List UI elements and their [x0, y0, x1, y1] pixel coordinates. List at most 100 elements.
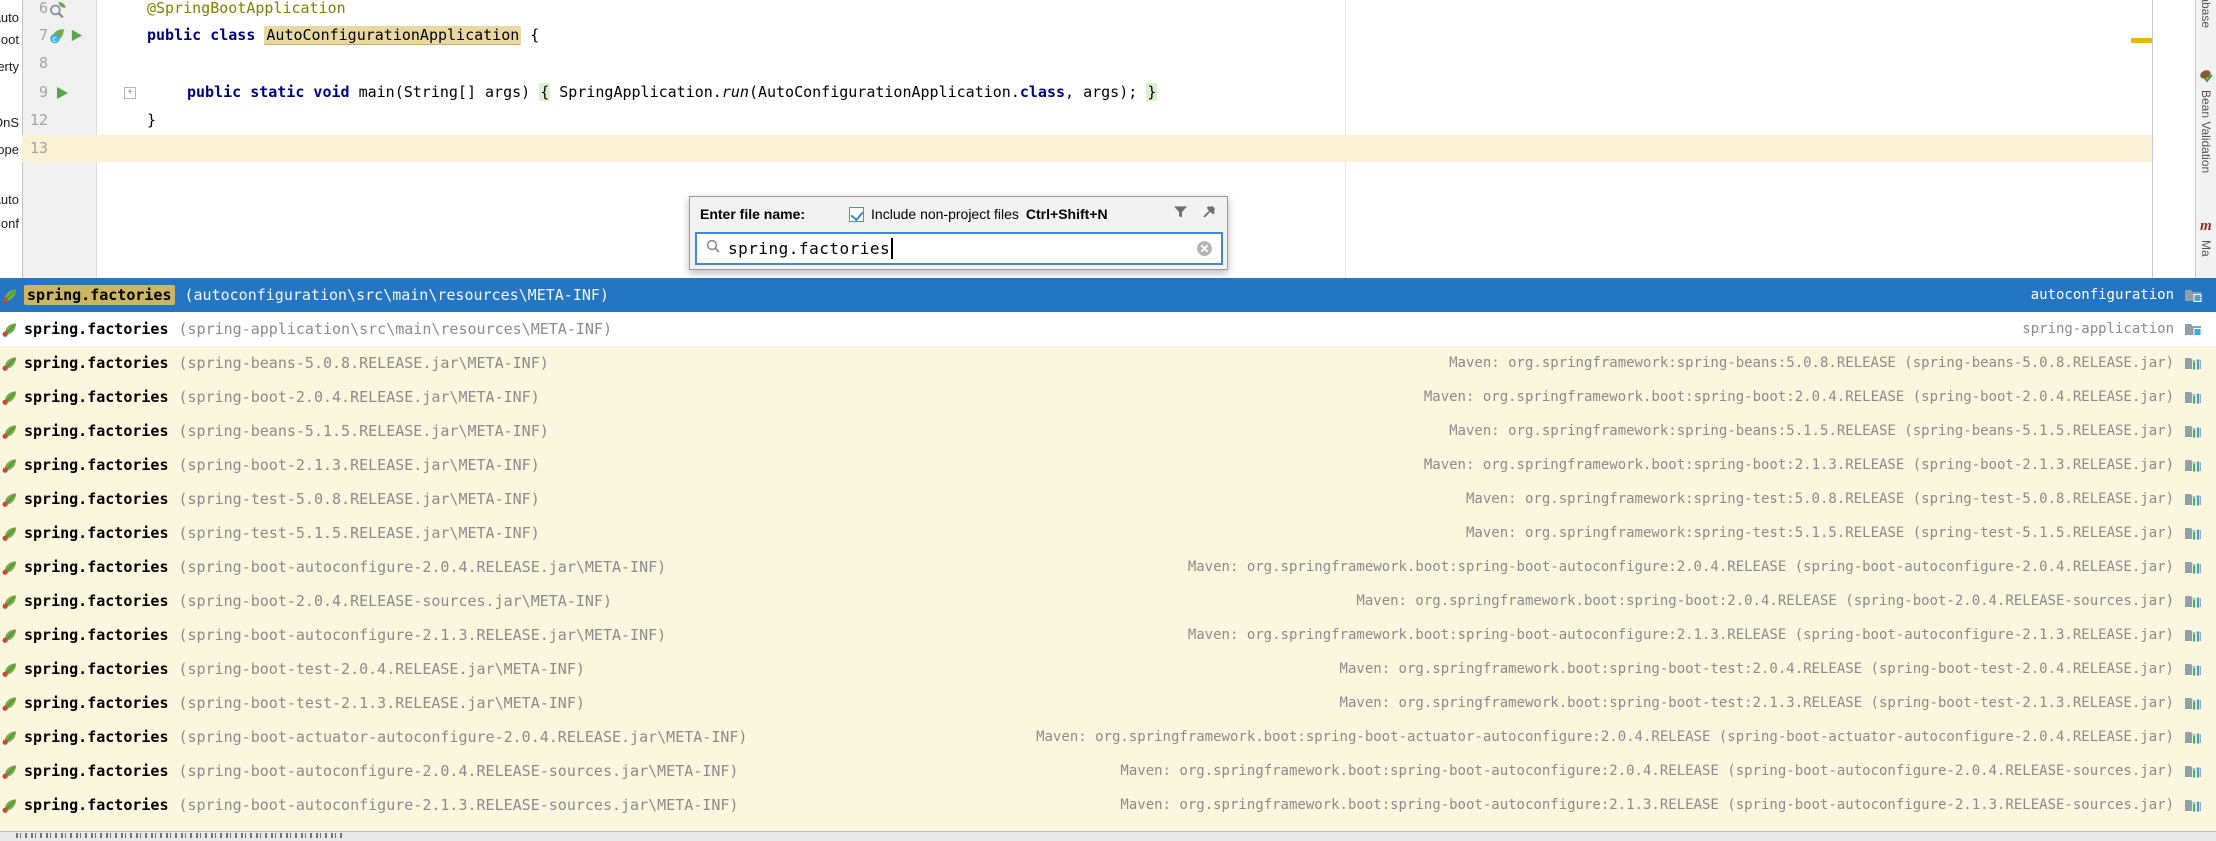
- clear-search-icon[interactable]: [1196, 240, 1213, 257]
- include-non-project-files-checkbox[interactable]: [849, 207, 864, 222]
- spring-class-gutter-icon[interactable]: c: [48, 26, 67, 45]
- result-path: (spring-boot-autoconfigure-2.1.3.RELEASE…: [179, 626, 667, 644]
- result-filename: spring.factories: [24, 592, 169, 610]
- result-row[interactable]: spring.factories(autoconfiguration\src\m…: [0, 278, 2216, 312]
- code-token: public class: [147, 26, 264, 44]
- result-row[interactable]: spring.factories(spring-test-5.1.5.RELEA…: [0, 516, 2216, 550]
- result-filename: spring.factories: [24, 354, 169, 372]
- result-row[interactable]: spring.factories(spring-boot-2.1.3.RELEA…: [0, 448, 2216, 482]
- result-row[interactable]: spring.factories(spring-application\src\…: [0, 312, 2216, 346]
- result-row[interactable]: spring.factories (spring-boot-autoconfigu…: [0, 618, 2216, 652]
- project-tree-item-fragment: Auto: [0, 10, 19, 25]
- library-icon: [2184, 525, 2202, 541]
- result-row[interactable]: spring.factories (spring-beans-5.0.8.RELE…: [0, 346, 2216, 380]
- code-token: @SpringBootApplication: [147, 0, 346, 17]
- library-icon: [2184, 661, 2202, 677]
- spring-file-icon: [2, 287, 20, 303]
- result-location: Maven: org.springframework.boot:spring-b…: [1120, 797, 2174, 813]
- result-path: (spring-boot-autoconfigure-2.0.4.RELEASE…: [179, 762, 739, 780]
- code-token: main(String[] args): [359, 83, 540, 101]
- editor-edge-line: [2152, 0, 2153, 278]
- filter-icon[interactable]: [1173, 205, 1188, 224]
- warning-stripe-mark[interactable]: [2131, 38, 2152, 43]
- result-filename: spring.factories: [24, 762, 169, 780]
- project-tree-item-fragment: Boot: [0, 32, 19, 47]
- result-location: Maven: org.springframework.boot:spring-b…: [1424, 389, 2174, 405]
- run-main-icon[interactable]: [55, 86, 69, 100]
- line-number: 12: [22, 107, 48, 134]
- result-filename: spring.factories: [24, 694, 169, 712]
- result-path: (spring-boot-test-2.0.4.RELEASE.jar\META…: [179, 660, 585, 678]
- result-filename: spring.factories: [24, 626, 169, 644]
- results-list: spring.factories(autoconfiguration\src\m…: [0, 278, 2216, 831]
- result-location: Maven: org.springframework:spring-beans:…: [1449, 355, 2174, 371]
- library-icon: [2184, 695, 2202, 711]
- line-number: 7: [22, 22, 48, 49]
- result-row[interactable]: spring.factories(spring-boot-test-autoco…: [0, 822, 2216, 831]
- code-token: (AutoConfigurationApplication.: [749, 83, 1020, 101]
- spring-file-icon: [2, 729, 20, 745]
- result-row[interactable]: spring.factories (spring-boot-autoconfigu…: [0, 788, 2216, 822]
- tool-button-database[interactable]: tabase: [2199, 0, 2213, 28]
- result-path: (spring-test-5.0.8.RELEASE.jar\META-INF): [179, 490, 540, 508]
- library-icon: [2184, 763, 2202, 779]
- code-token: }: [1146, 83, 1157, 101]
- spring-file-icon: [2, 593, 20, 609]
- tool-button-maven[interactable]: Ma: [2199, 240, 2213, 257]
- line-number: 6: [22, 0, 48, 22]
- result-filename: spring.factories: [24, 490, 169, 508]
- project-tree-item-fragment: perty: [0, 59, 19, 74]
- library-icon: [2184, 627, 2202, 643]
- result-location: Maven: org.springframework.boot:spring-b…: [1424, 457, 2174, 473]
- result-row[interactable]: spring.factories(spring-boot-test-2.0.4.…: [0, 652, 2216, 686]
- result-row[interactable]: spring.factories(spring-boot-2.0.4.RELEA…: [0, 584, 2216, 618]
- project-tree-item-fragment: OnS: [0, 115, 19, 130]
- result-location: Maven: org.springframework:spring-beans:…: [1449, 423, 2174, 439]
- result-row[interactable]: spring.factories (spring-test-5.0.8.RELEA…: [0, 482, 2216, 516]
- dialog-title: Enter file name:: [700, 206, 805, 222]
- result-path: (spring-boot-autoconfigure-2.0.4.RELEASE…: [179, 558, 667, 576]
- result-path: (spring-boot-autoconfigure-2.1.3.RELEASE…: [179, 796, 739, 814]
- result-location: Maven: org.springframework.boot:spring-b…: [1036, 729, 2174, 745]
- run-class-icon[interactable]: [70, 29, 83, 42]
- pin-icon[interactable]: [1201, 204, 1217, 225]
- module-icon: [2184, 321, 2202, 337]
- spring-file-icon: [2, 797, 20, 813]
- code-token: SpringApplication.: [550, 83, 722, 101]
- result-path: (spring-boot-test-2.1.3.RELEASE.jar\META…: [179, 694, 585, 712]
- file-name-input[interactable]: spring.factories: [695, 232, 1223, 265]
- spring-search-gutter-icon[interactable]: [48, 1, 67, 20]
- tool-window-stripe: tabase Bean Validation m Ma: [2195, 0, 2216, 278]
- checkbox-label: Include non-project files: [871, 206, 1019, 222]
- result-location: Maven: org.springframework.boot:spring-b…: [1188, 559, 2174, 575]
- result-row[interactable]: spring.factories(spring-boot-autoconfigu…: [0, 550, 2216, 584]
- fold-marker[interactable]: +: [124, 87, 136, 99]
- result-path: (spring-beans-5.0.8.RELEASE.jar\META-INF…: [179, 354, 549, 372]
- result-row[interactable]: spring.factories (spring-boot-autoconfigu…: [0, 754, 2216, 788]
- search-input-value: spring.factories: [728, 239, 890, 258]
- dialog-header: Enter file name: Include non-project fil…: [690, 197, 1227, 231]
- spring-file-icon: [2, 525, 20, 541]
- result-row[interactable]: spring.factories(spring-boot-2.0.4.RELEA…: [0, 380, 2216, 414]
- shortcut-hint: Ctrl+Shift+N: [1026, 206, 1108, 222]
- result-location: Maven: org.springframework.boot:spring-b…: [1340, 661, 2174, 677]
- project-panel-strip: AutoBootpertyOnSropeAutoConf: [0, 0, 22, 278]
- library-icon: [2184, 491, 2202, 507]
- tool-button-bean-validation[interactable]: Bean Validation: [2199, 90, 2213, 173]
- result-filename: spring.factories: [24, 796, 169, 814]
- project-tree-item-fragment: rope: [0, 142, 19, 157]
- library-icon: [2184, 729, 2202, 745]
- code-line: @SpringBootApplication: [147, 0, 346, 22]
- result-location: Maven: org.springframework.boot:spring-b…: [1340, 695, 2174, 711]
- spring-file-icon: [2, 321, 20, 337]
- result-row[interactable]: spring.factories(spring-boot-actuator-au…: [0, 720, 2216, 754]
- result-filename: spring.factories: [24, 728, 169, 746]
- result-path: (spring-test-5.1.5.RELEASE.jar\META-INF): [179, 524, 540, 542]
- result-row[interactable]: spring.factories (spring-boot-test-2.1.3.…: [0, 686, 2216, 720]
- project-tree-item-fragment: Auto: [0, 192, 19, 207]
- code-token: class: [1020, 83, 1065, 101]
- result-filename: spring.factories: [24, 285, 175, 305]
- result-path: (spring-boot-2.0.4.RELEASE.jar\META-INF): [179, 388, 540, 406]
- result-location: spring-application: [2022, 321, 2174, 337]
- result-row[interactable]: spring.factories(spring-beans-5.1.5.RELE…: [0, 414, 2216, 448]
